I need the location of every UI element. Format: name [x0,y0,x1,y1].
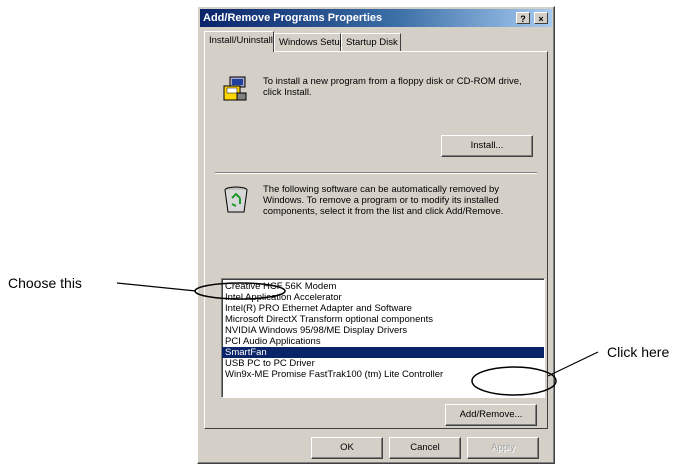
choose-this-pointer [116,282,197,292]
tab-install-uninstall[interactable]: Install/Uninstall [204,31,274,52]
annotation-overlay [116,282,599,396]
click-here-highlight [471,366,557,396]
annotation-click-here: Click here [607,344,670,360]
choose-this-highlight [194,282,286,300]
annotation-choose-this: Choose this [8,275,82,291]
click-here-pointer [547,351,599,377]
